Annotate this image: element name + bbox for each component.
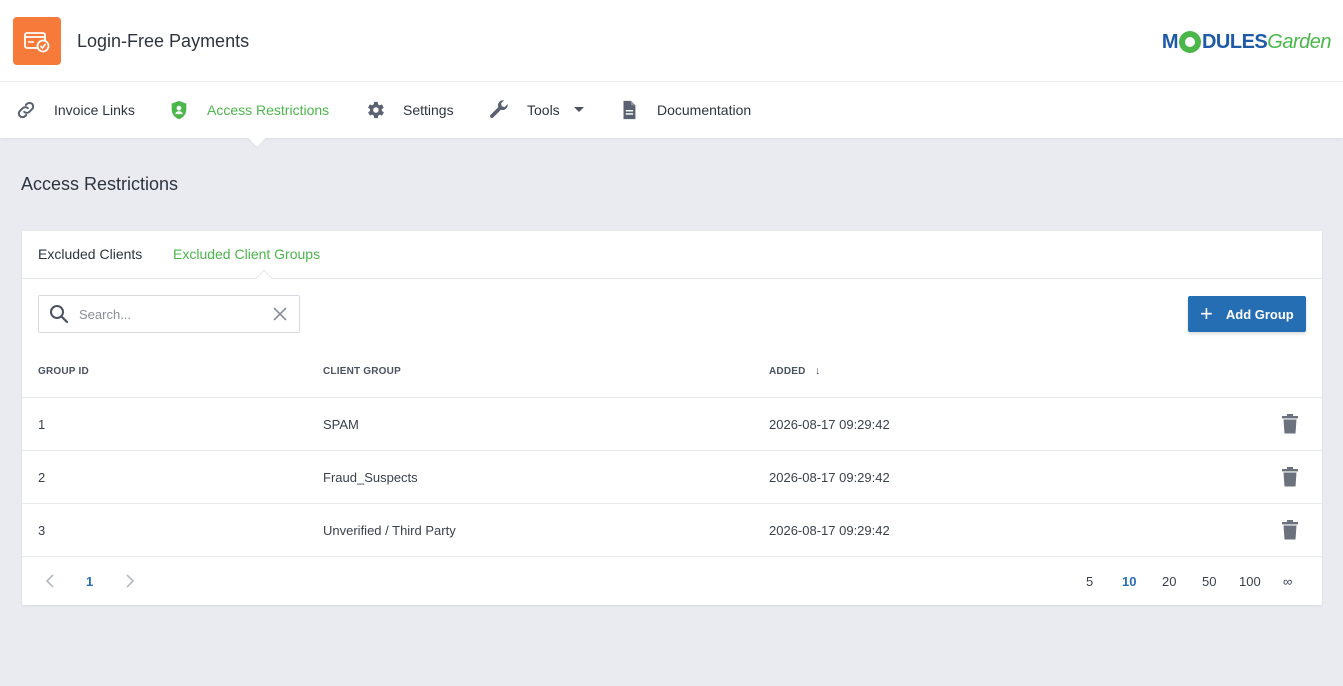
tab-excluded-clients[interactable]: Excluded Clients bbox=[38, 246, 142, 262]
add-group-label: Add Group bbox=[1225, 306, 1294, 322]
tab-excluded-client-groups[interactable]: Excluded Client Groups bbox=[173, 246, 320, 262]
plus-icon: + bbox=[1200, 301, 1213, 326]
nav-item-tools[interactable]: Tools bbox=[487, 82, 584, 138]
column-header-added[interactable]: ADDED bbox=[769, 366, 806, 377]
cell-client-group: Unverified / Third Party bbox=[323, 523, 456, 538]
search-icon bbox=[49, 304, 69, 324]
top-bar: Login-Free Payments M DULES Garden bbox=[0, 0, 1343, 82]
nav-item-access-restrictions[interactable]: Access Restrictions bbox=[167, 82, 329, 138]
brand-text-suffix: Garden bbox=[1267, 30, 1331, 53]
table-row: 3 Unverified / Third Party 2026-08-17 09… bbox=[22, 503, 1322, 556]
cell-client-group: Fraud_Suspects bbox=[323, 470, 418, 485]
nav-label-access-restrictions: Access Restrictions bbox=[207, 102, 330, 118]
page-size-option[interactable]: 10 bbox=[1122, 574, 1136, 589]
nav-label-tools: Tools bbox=[527, 102, 560, 118]
document-icon bbox=[617, 98, 641, 122]
app-logo bbox=[13, 17, 61, 65]
next-page-icon[interactable] bbox=[123, 572, 137, 590]
clear-search-icon[interactable] bbox=[271, 305, 289, 323]
active-tab-pointer bbox=[255, 269, 273, 287]
link-icon bbox=[14, 98, 38, 122]
column-header-group-id[interactable]: GROUP ID bbox=[38, 366, 89, 377]
cell-group-id: 1 bbox=[38, 417, 46, 432]
cell-group-id: 3 bbox=[38, 523, 46, 538]
payment-card-icon bbox=[24, 32, 50, 53]
brand-globe-icon bbox=[1178, 31, 1201, 53]
nav-label-invoice-links: Invoice Links bbox=[54, 102, 135, 118]
column-header-client-group[interactable]: CLIENT GROUP bbox=[323, 366, 401, 377]
pagination-bar: 1 5 10 20 50 100 ∞ bbox=[22, 556, 1322, 605]
nav-item-invoice-links[interactable]: Invoice Links bbox=[14, 82, 135, 138]
nav-item-settings[interactable]: Settings bbox=[363, 82, 454, 138]
add-group-button[interactable]: + Add Group bbox=[1188, 296, 1306, 332]
wrench-icon bbox=[487, 98, 511, 122]
brand-logo[interactable]: M DULES Garden bbox=[1162, 28, 1331, 56]
brand-text-prefix: M bbox=[1161, 30, 1179, 53]
brand-text-mid: DULES bbox=[1201, 30, 1268, 53]
search-box bbox=[38, 295, 300, 333]
trash-icon[interactable] bbox=[1281, 414, 1299, 434]
page-size-option[interactable]: 100 bbox=[1239, 574, 1261, 589]
page-number[interactable]: 1 bbox=[86, 574, 93, 589]
page-size-option[interactable]: ∞ bbox=[1283, 574, 1292, 589]
page-size-option[interactable]: 50 bbox=[1202, 574, 1216, 589]
previous-page-icon[interactable] bbox=[43, 572, 57, 590]
table-row: 2 Fraud_Suspects 2026-08-17 09:29:42 bbox=[22, 450, 1322, 503]
nav-label-documentation: Documentation bbox=[657, 102, 752, 118]
table-row: 1 SPAM 2026-08-17 09:29:42 bbox=[22, 397, 1322, 450]
nav-item-documentation[interactable]: Documentation bbox=[617, 82, 751, 138]
shield-icon bbox=[167, 98, 191, 122]
groups-panel: Excluded Clients Excluded Client Groups … bbox=[22, 231, 1322, 605]
gear-icon bbox=[363, 98, 387, 122]
search-input[interactable] bbox=[79, 306, 259, 322]
cell-group-id: 2 bbox=[38, 470, 46, 485]
cell-added: 2026-08-17 09:29:42 bbox=[769, 523, 890, 538]
page-size-option[interactable]: 5 bbox=[1086, 574, 1093, 589]
tab-bar: Excluded Clients Excluded Client Groups bbox=[22, 231, 1322, 287]
trash-icon[interactable] bbox=[1281, 467, 1299, 487]
cell-added: 2026-08-17 09:29:42 bbox=[769, 417, 890, 432]
app-title: Login-Free Payments bbox=[77, 31, 250, 51]
chevron-down-icon bbox=[573, 107, 584, 113]
page-size-option[interactable]: 20 bbox=[1162, 574, 1176, 589]
trash-icon[interactable] bbox=[1281, 520, 1299, 540]
nav-label-settings: Settings bbox=[403, 102, 454, 118]
page-title: Access Restrictions bbox=[21, 174, 179, 194]
sort-desc-icon[interactable]: ↓ bbox=[815, 365, 821, 377]
main-nav: Invoice Links Access Restrictions Settin… bbox=[0, 82, 1343, 138]
cell-client-group: SPAM bbox=[323, 417, 359, 432]
cell-added: 2026-08-17 09:29:42 bbox=[769, 470, 890, 485]
